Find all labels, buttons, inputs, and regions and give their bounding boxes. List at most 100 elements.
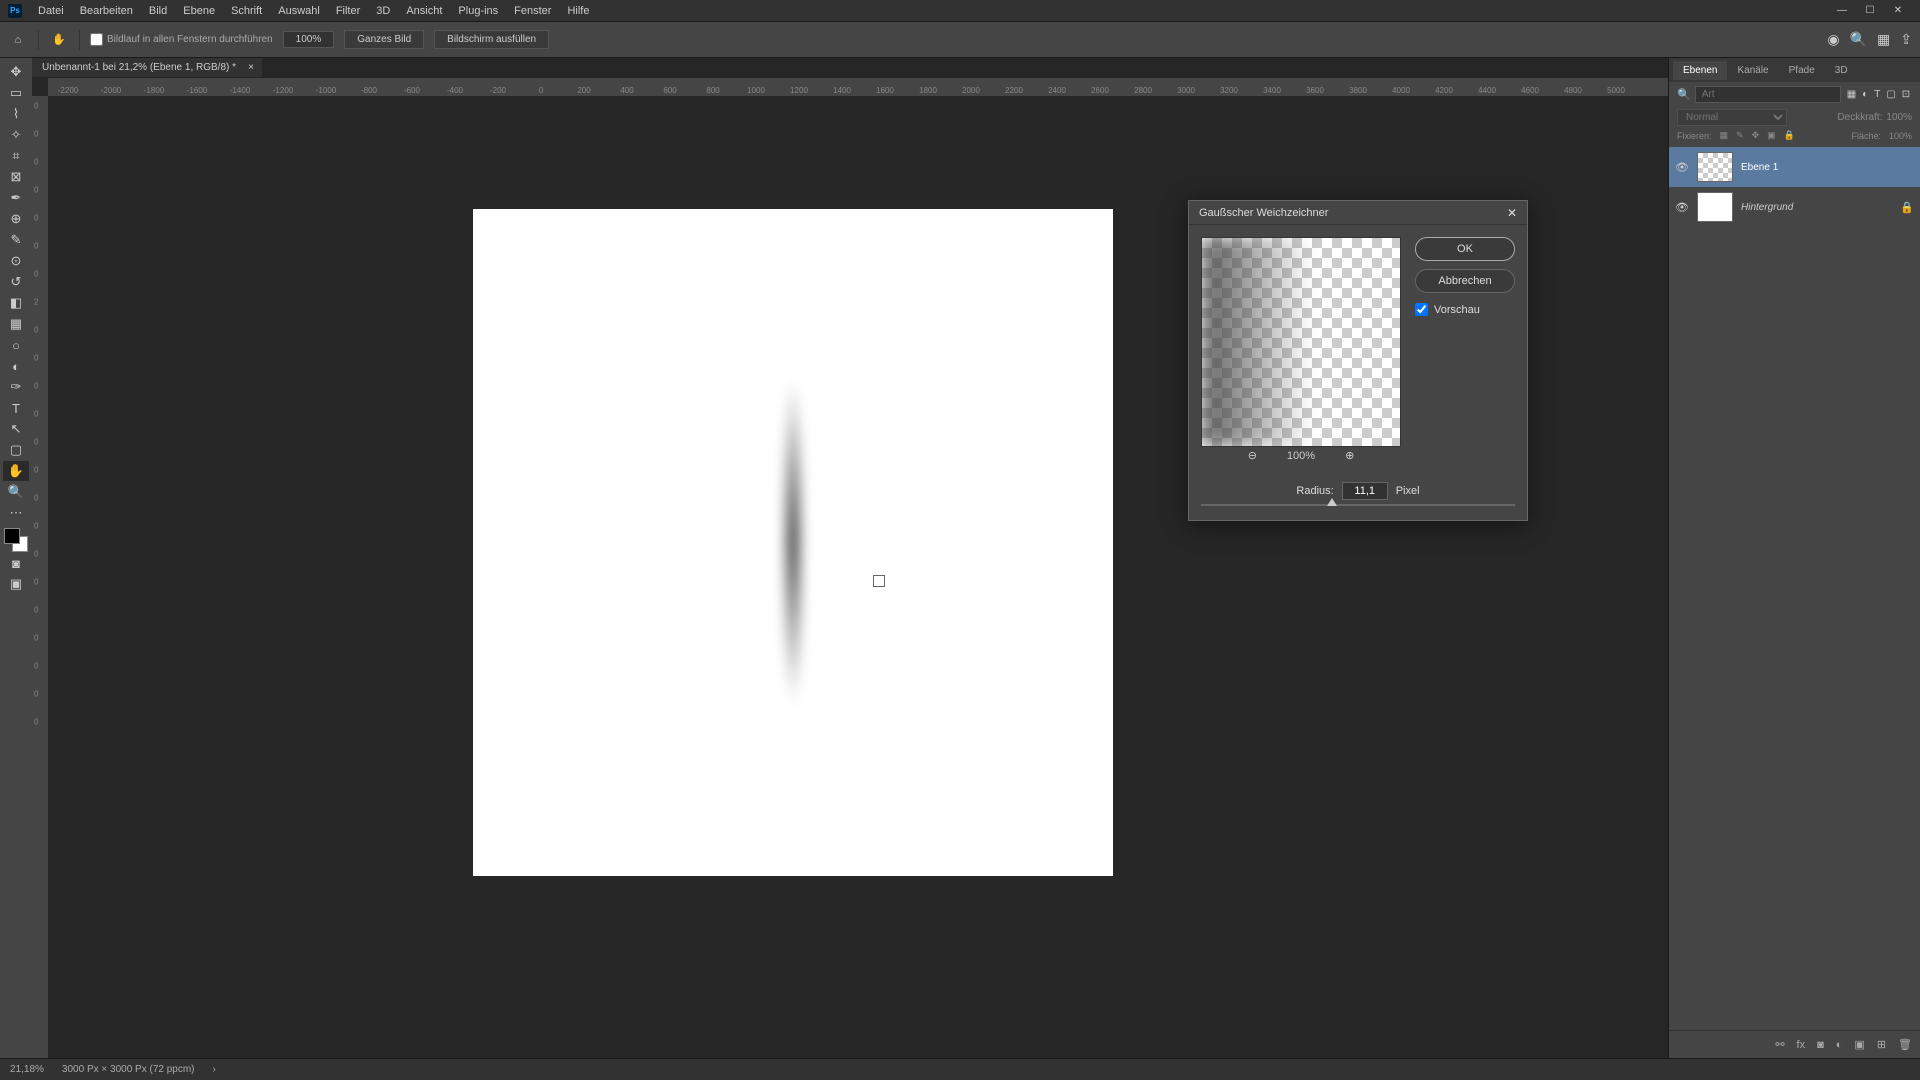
adjustment-icon[interactable]: ◐ (1836, 1039, 1843, 1051)
fit-all-button[interactable]: Ganzes Bild (344, 30, 424, 49)
lock-artboard-icon[interactable]: ▣ (1767, 130, 1776, 141)
preview-checkbox[interactable]: Vorschau (1415, 303, 1515, 316)
share-icon[interactable]: ⇪ (1900, 31, 1912, 48)
radius-slider[interactable] (1201, 504, 1515, 506)
cancel-button[interactable]: Abbrechen (1415, 269, 1515, 293)
filter-shape-icon[interactable]: ▢ (1884, 89, 1897, 100)
zoom-tool[interactable]: 🔍 (3, 482, 29, 502)
marquee-tool[interactable]: ▭ (3, 83, 29, 103)
delete-layer-icon[interactable]: 🗑 (1898, 1038, 1912, 1051)
eyedropper-tool[interactable]: ✒ (3, 188, 29, 208)
close-window-button[interactable]: ✕ (1884, 1, 1912, 21)
blur-tool[interactable]: ○ (3, 335, 29, 355)
history-brush-tool[interactable]: ↺ (3, 272, 29, 292)
wand-tool[interactable]: ✧ (3, 125, 29, 145)
blend-mode-select[interactable]: Normal (1677, 109, 1787, 126)
scroll-all-input[interactable] (90, 33, 103, 46)
shape-tool[interactable]: ▢ (3, 440, 29, 460)
pen-tool[interactable]: ✑ (3, 377, 29, 397)
layer-item[interactable]: 👁 Hintergrund 🔒 (1669, 187, 1920, 227)
brush-tool[interactable]: ✎ (3, 230, 29, 250)
lasso-tool[interactable]: ⌇ (3, 104, 29, 124)
dialog-close-icon[interactable]: ✕ (1507, 206, 1517, 220)
visibility-toggle-icon[interactable]: 👁 (1675, 161, 1689, 174)
group-icon[interactable]: ▣ (1854, 1038, 1864, 1051)
scroll-all-checkbox[interactable]: Bildlauf in allen Fenstern durchführen (90, 33, 273, 46)
move-tool[interactable]: ✥ (3, 62, 29, 82)
menu-filter[interactable]: Filter (328, 5, 368, 17)
filter-pixel-icon[interactable]: ▦ (1845, 89, 1858, 100)
menu-hilfe[interactable]: Hilfe (559, 5, 597, 17)
menu-auswahl[interactable]: Auswahl (270, 5, 328, 17)
gradient-tool[interactable]: ▦ (3, 314, 29, 334)
zoom-field[interactable]: 100% (283, 31, 335, 48)
close-tab-icon[interactable]: × (248, 62, 254, 73)
zoom-out-icon[interactable]: ⊖ (1248, 449, 1257, 462)
ruler-vertical[interactable]: 00000002000000000000000 (32, 96, 48, 1058)
path-tool[interactable]: ↖ (3, 419, 29, 439)
menu-fenster[interactable]: Fenster (506, 5, 559, 17)
menu-ansicht[interactable]: Ansicht (398, 5, 450, 17)
edit-toolbar[interactable]: ⋯ (3, 503, 29, 523)
tab-pfade[interactable]: Pfade (1779, 61, 1825, 80)
mask-icon[interactable]: ◙ (1817, 1039, 1824, 1051)
opacity-value[interactable]: 100% (1886, 112, 1912, 123)
type-tool[interactable]: T (3, 398, 29, 418)
dodge-tool[interactable]: ◐ (3, 356, 29, 376)
new-layer-icon[interactable]: ⊞ (1877, 1038, 1886, 1051)
lock-all-icon[interactable]: 🔒 (1784, 130, 1795, 141)
status-doc-info[interactable]: 3000 Px × 3000 Px (72 ppcm) (62, 1064, 195, 1075)
layer-thumbnail[interactable] (1697, 192, 1733, 222)
filter-type-icon[interactable]: T (1872, 89, 1882, 100)
zoom-in-icon[interactable]: ⊕ (1345, 449, 1354, 462)
layer-thumbnail[interactable] (1697, 152, 1733, 182)
filter-adjust-icon[interactable]: ◐ (1860, 89, 1870, 100)
preview-box[interactable] (1201, 237, 1401, 447)
eraser-tool[interactable]: ◧ (3, 293, 29, 313)
menu-3d[interactable]: 3D (368, 5, 398, 17)
layer-name[interactable]: Ebene 1 (1741, 162, 1778, 173)
menu-bearbeiten[interactable]: Bearbeiten (72, 5, 141, 17)
tab-kanaele[interactable]: Kanäle (1727, 61, 1778, 80)
heal-tool[interactable]: ⊕ (3, 209, 29, 229)
maximize-button[interactable]: ☐ (1856, 1, 1884, 21)
tab-ebenen[interactable]: Ebenen (1673, 61, 1727, 80)
layer-search-input[interactable] (1695, 86, 1841, 103)
cloud-icon[interactable]: ◉ (1827, 31, 1839, 48)
dialog-titlebar[interactable]: Gaußscher Weichzeichner ✕ (1189, 201, 1527, 225)
quickmask-tool[interactable]: ◙ (3, 553, 29, 573)
hand-tool[interactable]: ✋ (3, 461, 29, 481)
lock-position-icon[interactable]: ✥ (1752, 130, 1760, 141)
document-tab[interactable]: Unbenannt-1 bei 21,2% (Ebene 1, RGB/8) *… (32, 58, 262, 78)
workspace-icon[interactable]: ▦ (1877, 31, 1890, 48)
fill-value[interactable]: 100% (1889, 131, 1912, 141)
foreground-color[interactable] (4, 528, 20, 544)
layer-name[interactable]: Hintergrund (1741, 202, 1793, 213)
canvas[interactable] (473, 209, 1113, 876)
frame-tool[interactable]: ⊠ (3, 167, 29, 187)
menu-schrift[interactable]: Schrift (223, 5, 270, 17)
lock-transparency-icon[interactable]: ▦ (1720, 130, 1729, 141)
fx-icon[interactable]: fx (1797, 1039, 1806, 1051)
filter-smart-icon[interactable]: ⊡ (1900, 89, 1912, 100)
radius-input[interactable] (1342, 482, 1388, 500)
menu-ebene[interactable]: Ebene (175, 5, 223, 17)
crop-tool[interactable]: ⌗ (3, 146, 29, 166)
slider-thumb[interactable] (1327, 498, 1337, 506)
home-icon[interactable]: ⌂ (8, 30, 28, 50)
lock-pixels-icon[interactable]: ✎ (1736, 130, 1744, 141)
preview-checkbox-input[interactable] (1415, 303, 1428, 316)
menu-datei[interactable]: Datei (30, 5, 72, 17)
layer-item[interactable]: 👁 Ebene 1 (1669, 147, 1920, 187)
fill-screen-button[interactable]: Bildschirm ausfüllen (434, 30, 549, 49)
status-arrow-icon[interactable]: › (213, 1064, 216, 1075)
screenmode-tool[interactable]: ▣ (3, 574, 29, 594)
search-icon[interactable]: 🔍 (1850, 31, 1867, 48)
minimize-button[interactable]: — (1828, 1, 1856, 21)
menu-plugins[interactable]: Plug-ins (450, 5, 506, 17)
stamp-tool[interactable]: ⊙ (3, 251, 29, 271)
hand-tool-icon[interactable]: ✋ (49, 30, 69, 50)
visibility-toggle-icon[interactable]: 👁 (1675, 201, 1689, 214)
tab-3d[interactable]: 3D (1825, 61, 1858, 80)
ruler-horizontal[interactable]: -2200-2000-1800-1600-1400-1200-1000-800-… (48, 78, 1668, 96)
